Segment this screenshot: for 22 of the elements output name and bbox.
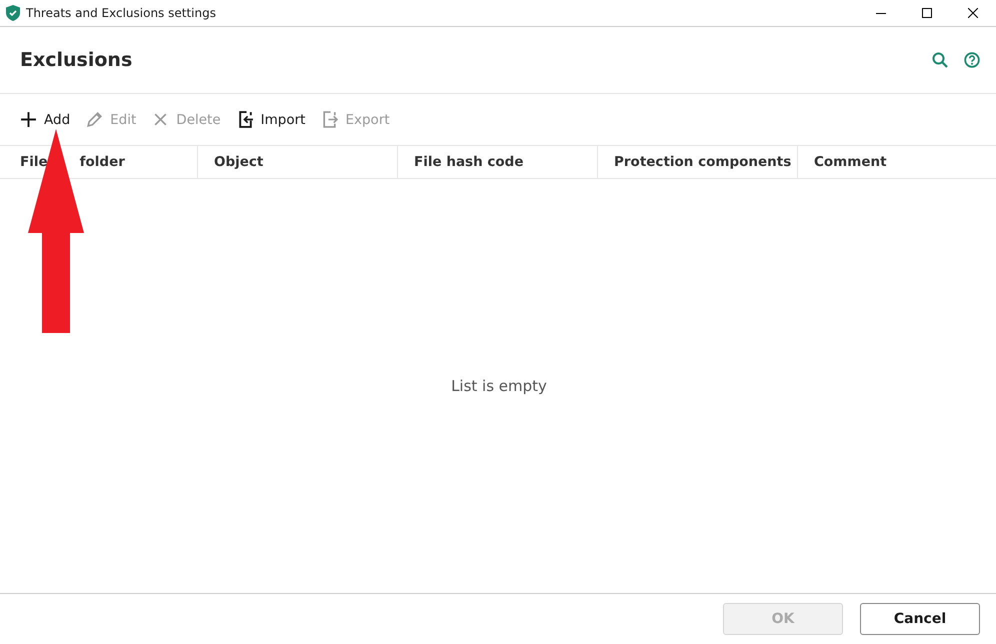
add-button[interactable]: Add xyxy=(20,111,70,128)
plus-icon xyxy=(20,111,37,128)
cancel-button[interactable]: Cancel xyxy=(860,603,980,635)
pencil-icon xyxy=(86,111,104,128)
search-icon[interactable] xyxy=(932,52,948,68)
export-icon xyxy=(321,111,338,128)
import-icon xyxy=(236,111,254,128)
help-icon[interactable] xyxy=(964,52,980,68)
maximize-icon xyxy=(922,8,932,18)
column-header[interactable]: Object xyxy=(197,146,397,178)
column-header[interactable]: Comment xyxy=(797,146,996,178)
column-header[interactable]: folder xyxy=(80,154,125,170)
empty-message: List is empty xyxy=(451,377,547,395)
import-button[interactable]: Import xyxy=(236,111,306,128)
cross-icon xyxy=(152,111,170,128)
column-header[interactable]: File xyxy=(20,154,48,170)
column-header[interactable]: File hash code xyxy=(397,146,597,178)
window-title: Threats and Exclusions settings xyxy=(26,6,216,20)
close-icon xyxy=(968,8,978,18)
page-title: Exclusions xyxy=(20,49,132,71)
shield-icon xyxy=(6,5,20,21)
column-header[interactable]: Protection components xyxy=(597,146,797,178)
